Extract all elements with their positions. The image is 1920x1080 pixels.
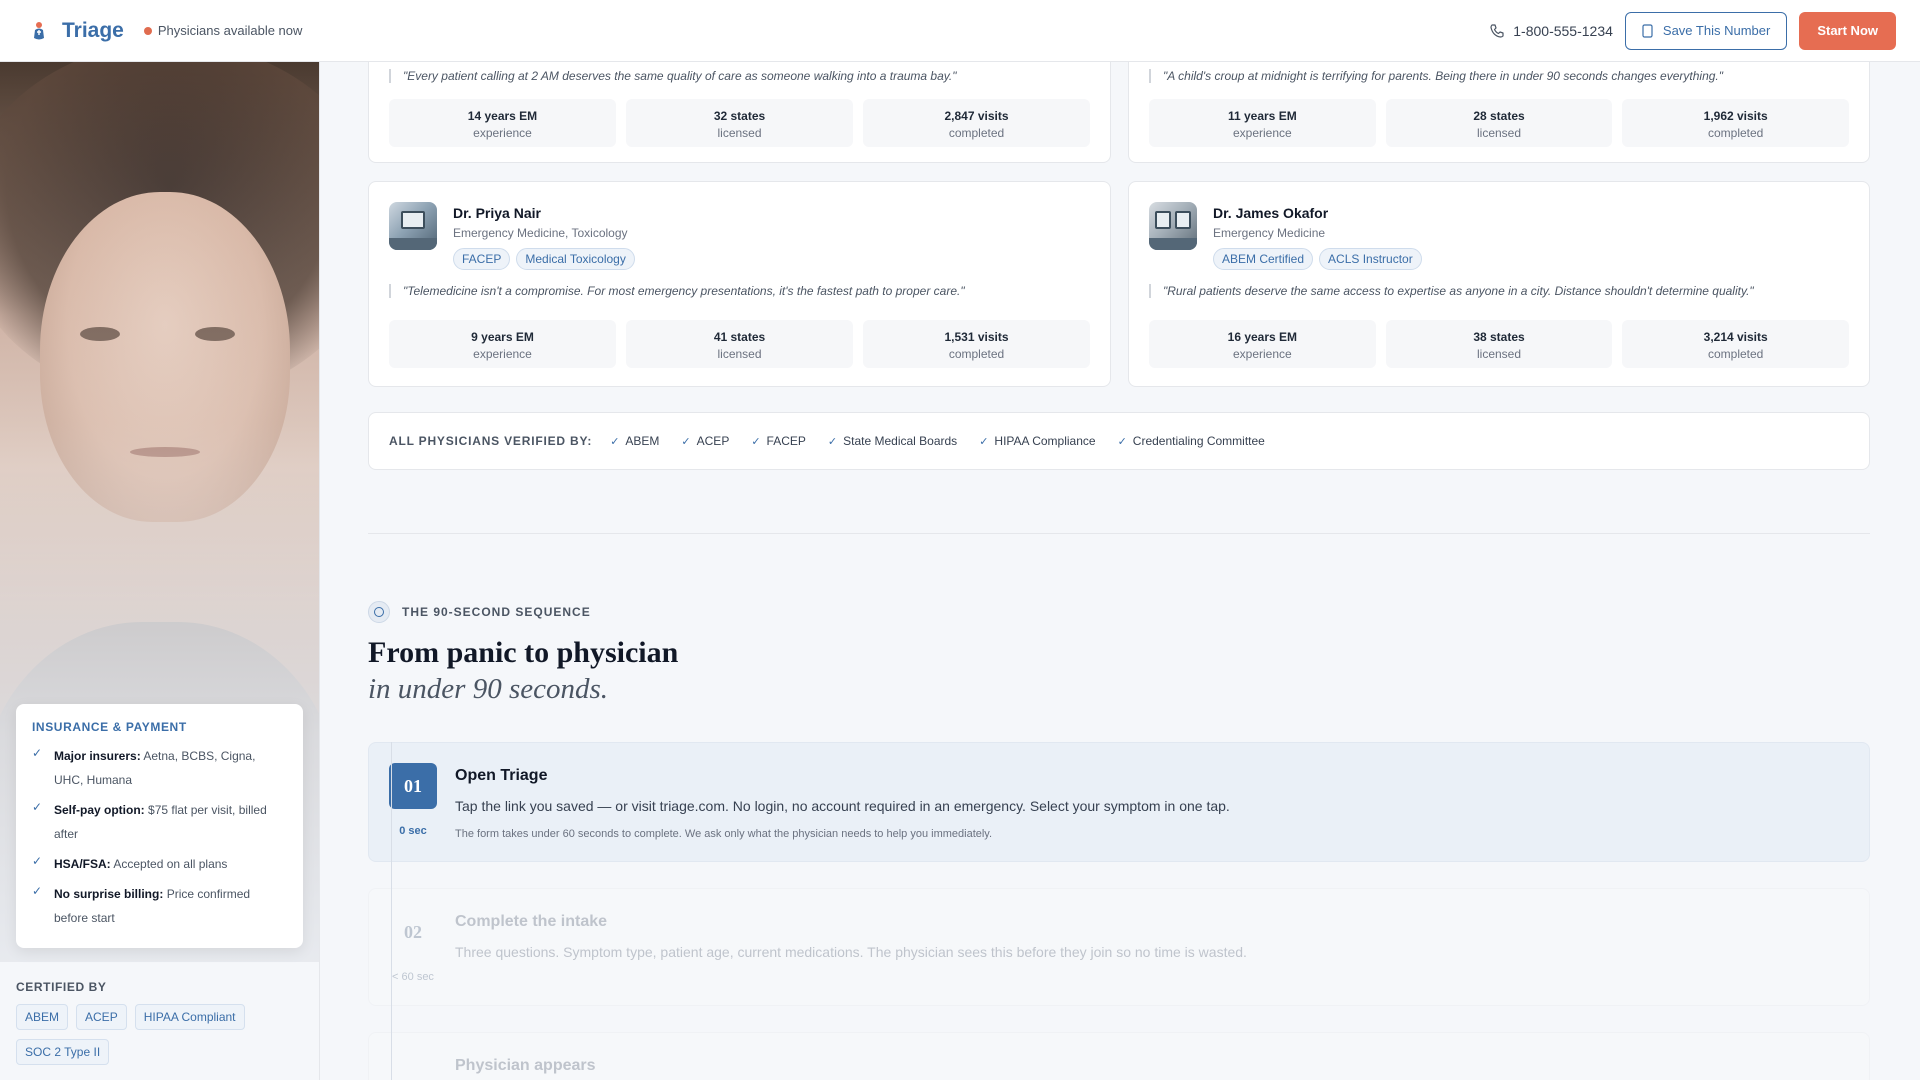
stat-experience: 16 years EM experience <box>1149 320 1376 368</box>
stat-licensed: 28 states licensed <box>1385 99 1613 147</box>
availability-status: Physicians available now <box>143 23 303 38</box>
verification-label: ALL PHYSICIANS VERIFIED BY: <box>389 434 593 448</box>
step-physician-appears[interactable]: Physician appears <box>368 1032 1870 1080</box>
timeline-line <box>391 742 392 1080</box>
step-number: 02 <box>404 921 422 942</box>
physician-card-james-okafor: Dr. James Okafor Emergency Medicine ABEM… <box>1128 181 1870 387</box>
phone-link[interactable]: 1-800-555-1234 <box>1489 23 1613 39</box>
step-number <box>389 1053 437 1080</box>
check-icon: ✓ <box>979 435 989 448</box>
stat-visits: 1,962 visits completed <box>1622 99 1850 147</box>
insurance-item: ✓ HSA/FSA: Accepted on all plans <box>32 852 287 876</box>
step-title: Open Triage <box>455 767 548 784</box>
insurance-item: ✓ Major insurers: Aetna, BCBS, Cigna, UH… <box>32 744 287 792</box>
sequence-title: From panic to physician <box>368 636 679 669</box>
save-number-label: Save This Number <box>1662 23 1771 38</box>
physician-specialty: Emergency Medicine, Toxicology <box>453 226 628 240</box>
sequence-eyebrow: THE 90-SECOND SEQUENCE <box>368 601 591 623</box>
check-icon: ✓ <box>32 800 43 814</box>
step-number: 01 <box>389 763 437 809</box>
verification-item: ✓ ABEM <box>610 434 660 448</box>
certified-title: CERTIFIED BY <box>16 980 107 994</box>
stat-licensed: 41 states licensed <box>626 320 853 368</box>
verification-item: ✓ FACEP <box>751 434 806 448</box>
stat-visits: 2,847 visits completed <box>863 99 1090 147</box>
stat-licensed: 32 states licensed <box>626 99 853 147</box>
check-icon: ✓ <box>32 854 43 868</box>
step-description: Three questions. Symptom type, patient a… <box>455 944 1247 960</box>
left-sidebar: INSURANCE & PAYMENT ✓ Major insurers: Ae… <box>0 62 320 1080</box>
physician-quote: "Telemedicine isn't a compromise. For mo… <box>389 284 1090 298</box>
stat-licensed: 38 states licensed <box>1385 320 1613 368</box>
brand-name: Triage <box>62 18 124 42</box>
check-icon: ✓ <box>681 435 691 448</box>
check-icon: ✓ <box>1117 435 1127 448</box>
insurance-card: INSURANCE & PAYMENT ✓ Major insurers: Ae… <box>16 704 303 948</box>
credential-tag: FACEP <box>453 248 511 270</box>
sequence-label: THE 90-SECOND SEQUENCE <box>402 605 591 619</box>
certified-by: CERTIFIED BY ABEM ACEP HIPAA Compliant S… <box>16 980 306 1065</box>
status-text: Physicians available now <box>157 23 303 38</box>
cert-tag-soc2: SOC 2 Type II <box>16 1039 110 1065</box>
step-note: The form takes under 60 seconds to compl… <box>455 828 993 840</box>
check-icon: ✓ <box>32 884 43 898</box>
stat-experience: 9 years EM experience <box>389 320 616 368</box>
step-complete-intake[interactable]: 02 < 60 sec Complete the intake Three qu… <box>368 888 1870 1006</box>
stat-experience: 11 years EM experience <box>1149 99 1376 147</box>
credential-tag: ABEM Certified <box>1213 248 1314 270</box>
save-number-button[interactable]: Save This Number <box>1624 11 1788 50</box>
stat-visits: 1,531 visits completed <box>863 320 1090 368</box>
physician-name: Dr. James Okafor <box>1213 205 1329 221</box>
brand-logo[interactable]: Triage <box>30 19 124 43</box>
sequence-subtitle: in under 90 seconds. <box>368 673 609 705</box>
step-time: < 60 sec <box>392 971 434 983</box>
status-dot-icon <box>143 26 152 35</box>
credential-tag: Medical Toxicology <box>516 248 635 270</box>
check-icon: ✓ <box>827 435 838 448</box>
insurance-title: INSURANCE & PAYMENT <box>32 720 187 734</box>
physician-quote: "Rural patients deserve the same access … <box>1149 284 1849 298</box>
physician-avatar <box>1149 202 1197 250</box>
verification-bar: ALL PHYSICIANS VERIFIED BY: ✓ ABEM ✓ ACEP … <box>368 412 1870 470</box>
section-divider <box>368 533 1870 534</box>
start-now-button[interactable]: Start Now <box>1799 11 1896 50</box>
step-title: Complete the intake <box>455 913 608 930</box>
step-time: 0 sec <box>399 825 427 837</box>
cert-tag-abem: ABEM <box>16 1004 69 1030</box>
physician-card: "A child's croup at midnight is terrifyi… <box>1128 62 1870 163</box>
phone-icon <box>1490 23 1504 38</box>
verification-item: ✓ Credentialing Committee <box>1117 434 1265 448</box>
step-open-triage[interactable]: 01 0 sec Open Triage Tap the link you sa… <box>368 742 1870 862</box>
physician-card-priya-nair: Dr. Priya Nair Emergency Medicine, Toxic… <box>368 181 1111 387</box>
physician-avatar <box>389 202 437 250</box>
stat-experience: 14 years EM experience <box>389 99 616 147</box>
physician-specialty: Emergency Medicine <box>1213 226 1326 240</box>
stat-visits: 3,214 visits completed <box>1622 320 1850 368</box>
phone-number: 1-800-555-1234 <box>1513 22 1613 39</box>
clock-icon <box>368 601 390 623</box>
cert-tag-hipaa: HIPAA Compliant <box>134 1004 245 1030</box>
top-header: Triage Physicians available now 1-800-55… <box>0 0 1920 62</box>
insurance-item: ✓ No surprise billing: Price confirmed b… <box>32 882 287 930</box>
verification-item: ✓ State Medical Boards <box>827 434 958 448</box>
physician-quote: "Every patient calling at 2 AM deserves … <box>389 69 1090 83</box>
credential-tag: ACLS Instructor <box>1319 248 1422 270</box>
insurance-item: ✓ Self-pay option: $75 flat per visit, b… <box>32 798 287 846</box>
physician-quote: "A child's croup at midnight is terrifyi… <box>1149 69 1849 83</box>
physician-card: "Every patient calling at 2 AM deserves … <box>368 62 1111 163</box>
step-description: Tap the link you saved — or visit triage… <box>455 798 1230 814</box>
check-icon: ✓ <box>751 435 761 448</box>
check-icon: ✓ <box>610 435 620 448</box>
bookmark-icon <box>1642 23 1653 38</box>
main-content: "Every patient calling at 2 AM deserves … <box>320 62 1920 1080</box>
step-title: Physician appears <box>455 1057 596 1074</box>
cert-tag-acep: ACEP <box>76 1004 127 1030</box>
physician-name: Dr. Priya Nair <box>453 205 541 221</box>
logo-icon <box>34 21 44 39</box>
verification-item: ✓ HIPAA Compliance <box>979 434 1096 448</box>
check-icon: ✓ <box>32 746 43 760</box>
verification-item: ✓ ACEP <box>681 434 730 448</box>
